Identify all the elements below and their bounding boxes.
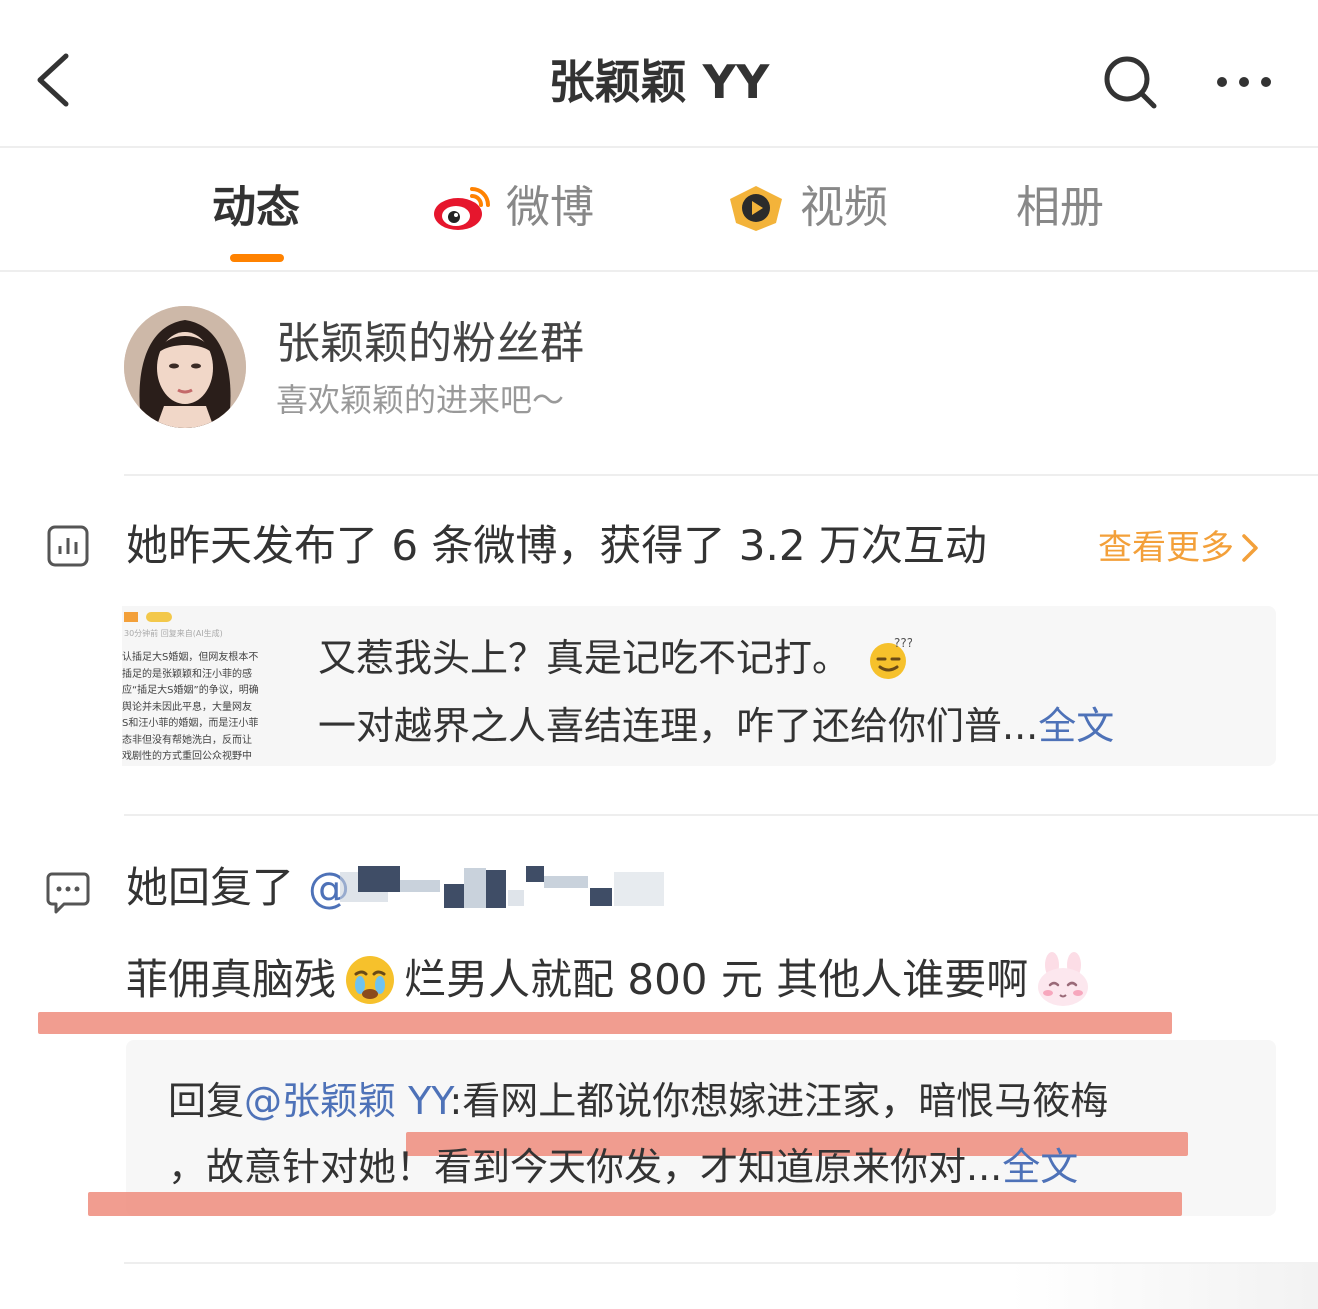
thumb-meta: 30分钟前 回复来自(AI生成) [124, 629, 223, 638]
comment-icon [46, 872, 90, 914]
confused-emoji-icon: ??? [870, 636, 912, 679]
post-line-1: 又惹我头上？真是记吃不记打。 ??? [318, 636, 913, 680]
tab-dynamic[interactable]: 动态 [212, 176, 300, 240]
quoted-line-2: ，故意针对她！看到今天你发，才知道原来你对...全文 [168, 1145, 1079, 1189]
tab-label: 微博 [506, 182, 594, 233]
fan-group-desc: 喜欢颖颖的进来吧～ [276, 381, 565, 419]
watermark-fade [1010, 1262, 1318, 1309]
post-line-2: 一对越界之人喜结连理，咋了还给你们普...全文 [318, 704, 1115, 748]
video-play-icon [730, 186, 782, 231]
quoted-full-text-link[interactable]: 全文 [1002, 1145, 1078, 1189]
chevron-right-icon [1242, 534, 1258, 562]
reply-icon-wrap [46, 870, 90, 916]
reply-header: 她回复了 @ [126, 858, 350, 918]
tab-label: 相册 [1016, 182, 1104, 233]
tab-active-indicator [230, 254, 284, 262]
post-full-text-link[interactable]: 全文 [1038, 704, 1114, 748]
reply-content: 菲佣真脑残 烂男人就配 800 元 其他人谁要啊 [126, 950, 1092, 1010]
fan-group-name: 张颖颖的粉丝群 [276, 318, 584, 369]
fan-group-card[interactable]: 张颖颖的粉丝群 喜欢颖颖的进来吧～ [0, 290, 1318, 460]
quoted-mention[interactable]: @张颖颖 YY [244, 1079, 449, 1123]
view-more-link[interactable]: 查看更多 [1098, 524, 1260, 572]
highlight-mark [88, 1192, 1182, 1216]
highlight-mark [38, 1012, 1172, 1034]
header-divider [0, 146, 1318, 148]
section-divider [124, 474, 1318, 476]
tab-weibo[interactable]: 微博 [432, 176, 594, 240]
tab-album[interactable]: 相册 [1016, 176, 1104, 240]
avatar [124, 306, 246, 428]
quoted-line-1: 回复@张颖颖 YY:看网上都说你想嫁进汪家，暗恨马筱梅 [168, 1079, 1109, 1123]
tab-label: 视频 [800, 182, 888, 233]
thumb-logo [124, 610, 174, 624]
post-thumbnail: 30分钟前 回复来自(AI生成) 认插足大S婚姻，但网友根本不 插足的是张颖颖和… [122, 606, 290, 766]
search-icon [1104, 56, 1157, 109]
weibo-logo-icon [434, 187, 490, 230]
bunny-emoji-icon [1038, 952, 1089, 1006]
blurred-username [340, 862, 680, 908]
svg-text:???: ??? [894, 636, 912, 650]
stats-icon-wrap [46, 524, 90, 568]
stats-text: 她昨天发布了 6 条微博，获得了 3.2 万次互动 [126, 521, 987, 570]
tab-label: 动态 [212, 182, 300, 233]
view-more-label: 查看更多 [1098, 528, 1234, 568]
tabs-divider [0, 270, 1318, 272]
section-divider [124, 814, 1318, 816]
crying-emoji-icon [346, 956, 395, 1004]
tab-video[interactable]: 视频 [726, 176, 888, 240]
more-horizontal-icon [1217, 77, 1271, 87]
post-card[interactable]: 30分钟前 回复来自(AI生成) 认插足大S婚姻，但网友根本不 插足的是张颖颖和… [122, 606, 1276, 766]
thumb-text: 认插足大S婚姻，但网友根本不 插足的是张颖颖和汪小菲的感 应“插足大S婚姻”的争… [122, 652, 259, 762]
more-button[interactable] [1212, 64, 1276, 100]
bar-chart-icon [47, 525, 89, 567]
search-button[interactable] [1100, 52, 1160, 112]
